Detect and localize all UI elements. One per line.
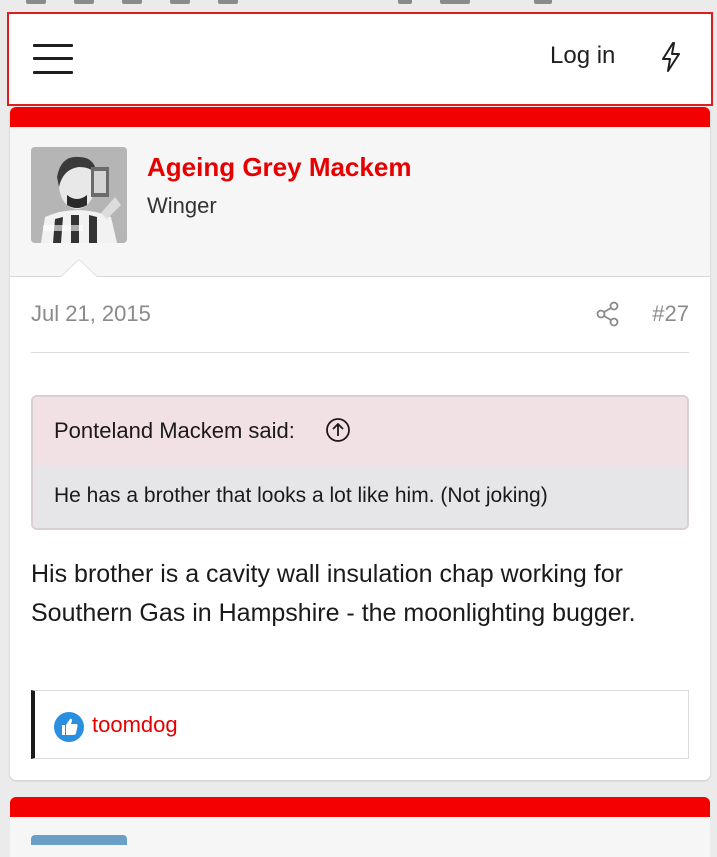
post-header-stripe: [10, 107, 710, 127]
post-number-link[interactable]: #27: [652, 301, 689, 327]
post-body-text: His brother is a cavity wall insulation …: [31, 560, 636, 627]
status-bar: [0, 0, 717, 10]
user-avatar[interactable]: [31, 147, 127, 243]
status-icon: [26, 0, 46, 4]
post-meta: Jul 21, 2015 #27: [31, 279, 689, 353]
share-icon[interactable]: [596, 301, 620, 327]
quote-author: Ponteland Mackem said:: [54, 418, 295, 443]
quote-header[interactable]: Ponteland Mackem said:: [33, 397, 687, 465]
user-title: Winger: [147, 193, 217, 218]
post-username[interactable]: Ageing Grey Mackem: [147, 152, 411, 183]
status-icon: [170, 0, 190, 4]
status-icon: [218, 0, 238, 4]
bolt-icon[interactable]: [660, 42, 682, 72]
top-navigation-bar: Log in: [7, 12, 713, 106]
post-header-stripe: [10, 797, 710, 817]
next-post-preview: [10, 797, 710, 857]
post-date[interactable]: Jul 21, 2015: [31, 301, 151, 327]
battery-icon: [534, 0, 552, 4]
post-user-block: Ageing Grey Mackem Winger: [10, 127, 710, 277]
reactions-bar: toomdog: [31, 690, 689, 759]
forum-post: Ageing Grey Mackem Winger Jul 21, 2015 #…: [10, 107, 710, 780]
status-icon: [74, 0, 94, 4]
arrow-up-circle-icon[interactable]: [325, 417, 351, 443]
quote-block: Ponteland Mackem said: He has a brother …: [31, 395, 689, 530]
wifi-icon: [398, 0, 412, 4]
signal-icon: [440, 0, 470, 4]
status-icon: [122, 0, 142, 4]
login-link[interactable]: Log in: [550, 42, 615, 70]
like-icon: [54, 712, 84, 742]
quote-content: He has a brother that looks a lot like h…: [33, 465, 687, 528]
reaction-user-link[interactable]: toomdog: [92, 712, 178, 738]
quote-text: He has a brother that looks a lot like h…: [54, 484, 548, 507]
user-avatar[interactable]: [31, 835, 127, 845]
hamburger-menu-icon[interactable]: [33, 42, 75, 76]
